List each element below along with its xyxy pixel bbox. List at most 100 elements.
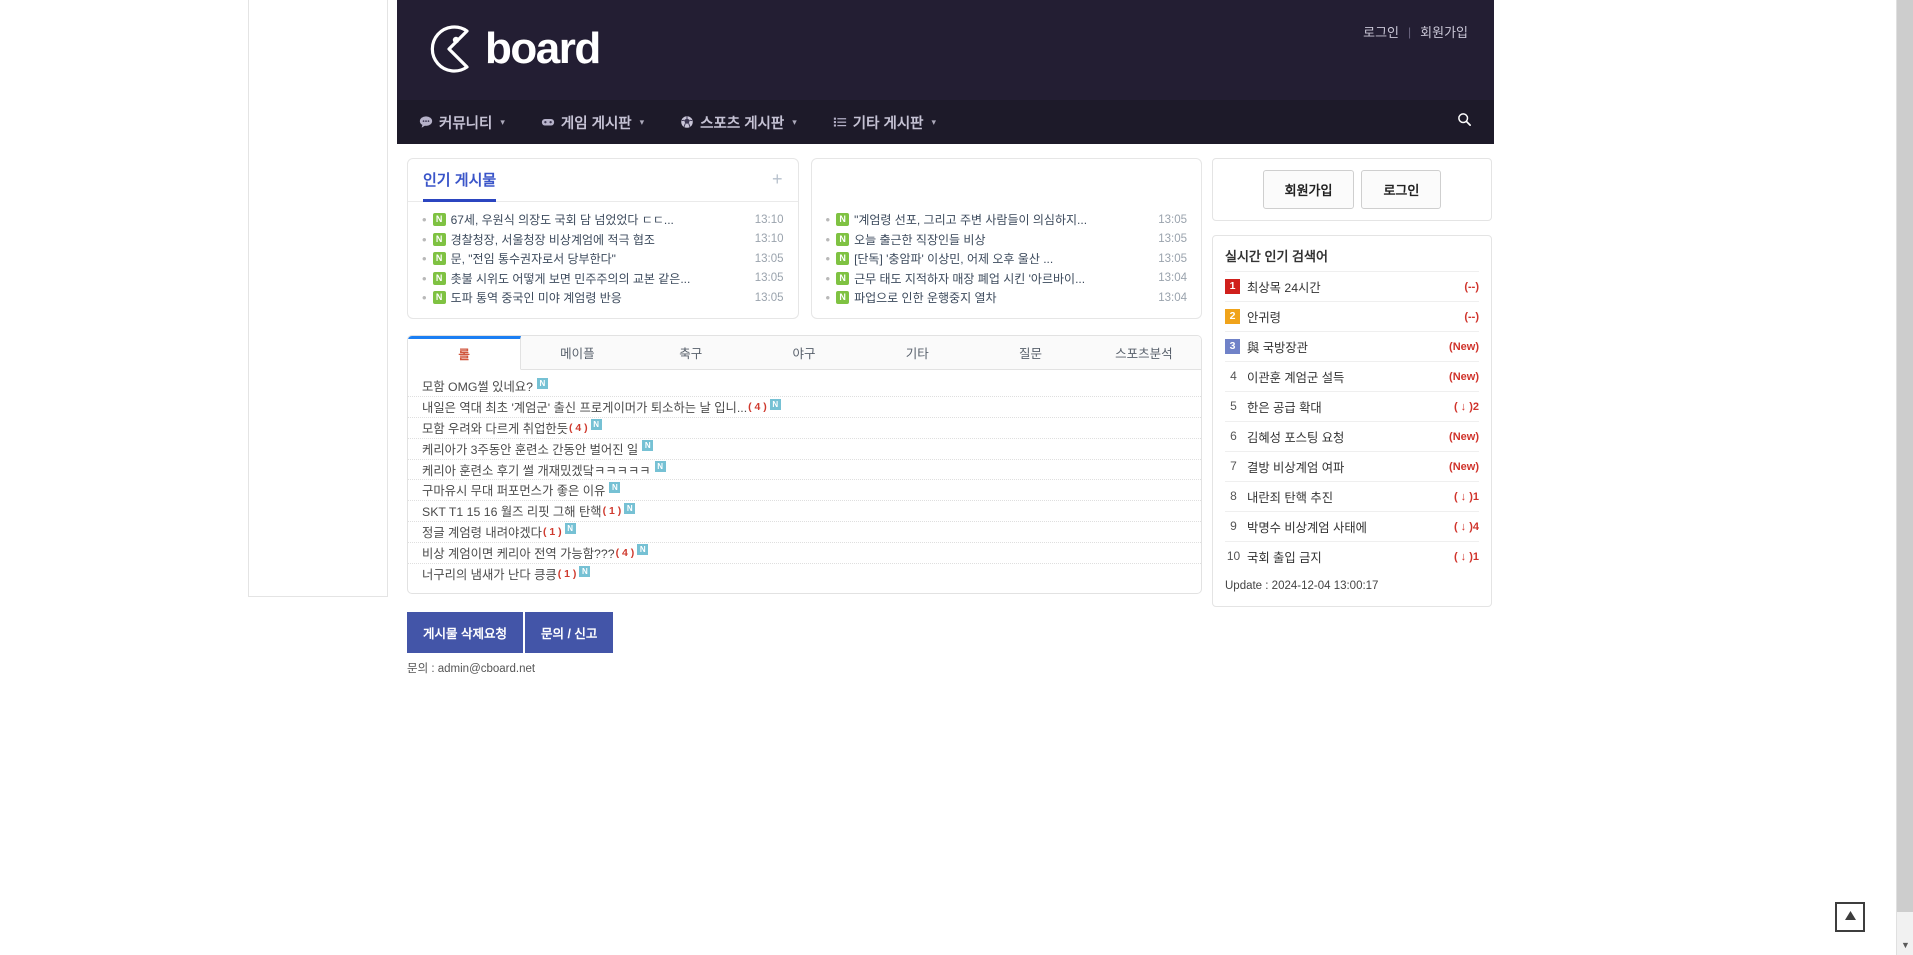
rank-number: 3 [1225,339,1240,354]
post-title[interactable]: "계엄령 선포, 그리고 주변 사람들이 의심하지... [854,211,1087,228]
post-time: 13:10 [754,233,784,246]
rank-keyword[interactable]: 안귀령 [1247,308,1281,326]
rank-keyword[interactable]: 최상목 24시간 [1247,278,1321,296]
table-row[interactable]: 너구리의 냄새가 난다 킁킁 ( 1 ) N [408,564,1201,585]
list-item[interactable]: • N 67세, 우원식 의장도 국회 담 넘었었다 ㄷㄷ... 13:10 [422,210,784,230]
rank-keyword[interactable]: 한은 공급 확대 [1247,398,1322,416]
table-row[interactable]: 정글 계엄령 내려야겠다 ( 1 ) N [408,522,1201,543]
post-title[interactable]: 모함 우려와 다르게 취업한듯 [422,419,568,437]
list-item[interactable]: 7 결방 비상계엄 여파 (New) [1225,451,1479,481]
rank-change: (--) [1464,310,1479,323]
vertical-scrollbar[interactable]: ▼ [1896,0,1913,955]
list-item[interactable]: • N 촛불 시위도 어떻게 보면 민주주의의 교본 같은... 13:05 [422,269,784,289]
rank-change: (--) [1464,280,1479,293]
table-row[interactable]: 모함 우려와 다르게 취업한듯 ( 4 ) N [408,418,1201,439]
cboard-pacman-logo-icon [423,19,483,79]
sidebar-login-button[interactable]: 로그인 [1361,170,1442,209]
post-title[interactable]: 너구리의 냄새가 난다 킁킁 [422,565,557,583]
list-item[interactable]: • N 오늘 출근한 직장인들 비상 13:05 [826,230,1187,250]
table-row[interactable]: 모함 OMG썰 있네요? N [408,377,1201,398]
post-title[interactable]: 케리아 훈련소 후기 썰 개재밌겠닼ㅋㅋㅋㅋㅋ [422,461,651,479]
post-title[interactable]: 오늘 출근한 직장인들 비상 [854,231,985,248]
list-item[interactable]: 6 김혜성 포스팅 요청 (New) [1225,421,1479,451]
bullet-icon: • [825,212,831,228]
header-signup-link[interactable]: 회원가입 [1420,22,1468,41]
rank-keyword[interactable]: 국회 출입 금지 [1247,548,1322,566]
list-item[interactable]: • N "계엄령 선포, 그리고 주변 사람들이 의심하지... 13:05 [825,210,1187,230]
list-item[interactable]: 5 한은 공급 확대 ( ↓ )2 [1225,391,1479,421]
post-title[interactable]: [단독] '충암파' 이상민, 어제 오후 울산 ... [854,250,1053,267]
list-item[interactable]: 10 국회 출입 금지 ( ↓ )1 [1225,541,1479,571]
table-row[interactable]: SKT T1 15 16 월즈 리핏 그해 탄핵 ( 1 ) N [408,501,1201,523]
new-badge: N [564,523,576,535]
post-title[interactable]: SKT T1 15 16 월즈 리핏 그해 탄핵 [422,502,602,520]
nav-item-community[interactable]: 커뮤니티 ▾ [401,100,523,144]
list-item[interactable]: 1 최상목 24시간 (--) [1225,271,1479,301]
table-row[interactable]: 케리아 훈련소 후기 썰 개재밌겠닼ㅋㅋㅋㅋㅋ N [408,460,1201,481]
rank-change: (New) [1449,430,1479,443]
rank-number: 5 [1230,399,1237,413]
tab-lol[interactable]: 롤 [408,335,522,370]
nav-item-game-board[interactable]: 게임 게시판 ▾ [523,100,662,144]
table-row[interactable]: 내일은 역대 최초 '계엄군' 출신 프로게이머가 퇴소하는 날 입니... (… [408,397,1201,419]
scrollbar-thumb[interactable] [1897,0,1913,912]
tab-sports-analysis[interactable]: 스포츠분석 [1088,336,1201,369]
list-item[interactable]: • N 파업으로 인한 운행중지 열차 13:04 [826,288,1187,308]
list-item[interactable]: 9 박명수 비상계엄 사태에 ( ↓ )4 [1225,511,1479,541]
table-row[interactable]: 케리아가 3주동안 훈련소 간동안 벌어진 일 N [408,439,1201,460]
bullet-icon: • [422,231,427,247]
nav-item-etc-board[interactable]: 기타 게시판 ▾ [815,100,954,144]
post-title[interactable]: 정글 계엄령 내려야겠다 [422,523,542,541]
rank-keyword[interactable]: 김혜성 포스팅 요청 [1247,428,1344,446]
list-item[interactable]: 4 이관훈 계엄군 설득 (New) [1225,361,1479,391]
rank-keyword[interactable]: 이관훈 계엄군 설득 [1247,368,1344,386]
nav-search-button[interactable] [1457,100,1472,144]
nav-item-sports-board[interactable]: 스포츠 게시판 ▾ [662,100,815,144]
post-title[interactable]: 케리아가 3주동안 훈련소 간동안 벌어진 일 [422,440,638,458]
tab-soccer[interactable]: 축구 [635,336,748,369]
table-row[interactable]: 구마유시 무대 퍼포먼스가 좋은 이유 N [408,480,1201,502]
post-title[interactable]: 67세, 우원식 의장도 국회 담 넘었었다 ㄷㄷ... [451,211,674,228]
list-item[interactable]: 2 안귀령 (--) [1225,301,1479,331]
list-item[interactable]: 8 내란죄 탄핵 추진 ( ↓ )1 [1225,481,1479,511]
left-ad-placeholder [248,0,388,597]
list-item[interactable]: • N 경찰청장, 서울청장 비상계엄에 적극 협조 13:10 [422,230,784,250]
post-title[interactable]: 근무 태도 지적하자 매장 폐업 시킨 '아르바이... [854,270,1085,287]
list-item[interactable]: • N 근무 태도 지적하자 매장 폐업 시킨 '아르바이... 13:04 [826,269,1187,289]
rank-keyword[interactable]: 내란죄 탄핵 추진 [1247,488,1333,506]
table-row[interactable]: 비상 계엄이면 케리아 전역 가능함??? ( 4 ) N [408,543,1201,564]
post-title[interactable]: 도파 통역 중국인 미야 계엄령 반응 [451,289,622,306]
popular-posts-expand-button[interactable]: + [772,170,783,188]
tab-question[interactable]: 질문 [974,336,1087,369]
post-title[interactable]: 촛불 시위도 어떻게 보면 민주주의의 교본 같은... [451,270,691,287]
post-title[interactable]: 파업으로 인한 운행중지 열차 [854,289,996,306]
report-button[interactable]: 문의 / 신고 [524,612,614,654]
tab-baseball[interactable]: 야구 [748,336,861,369]
list-item[interactable]: • N 도파 통역 중국인 미야 계엄령 반응 13:05 [422,288,784,308]
post-title[interactable]: 문, "전임 통수권자로서 당부한다" [451,250,616,267]
site-logo[interactable]: board [423,14,601,84]
post-title[interactable]: 모함 OMG썰 있네요? [422,377,533,395]
post-title[interactable]: 비상 계엄이면 케리아 전역 가능함??? [422,544,615,562]
tab-maple[interactable]: 메이플 [521,336,634,369]
board-tabs: 롤 메이플 축구 야구 기타 질문 스포츠분석 [408,335,1201,370]
rank-keyword[interactable]: 박명수 비상계엄 사태에 [1247,518,1367,536]
chevron-down-icon[interactable]: ▼ [1897,936,1913,953]
list-item[interactable]: • N 문, "전임 통수권자로서 당부한다" 13:05 [422,249,784,269]
new-badge: N [432,252,446,266]
delete-request-button[interactable]: 게시물 삭제요청 [407,612,523,654]
rank-keyword[interactable]: 與 국방장관 [1247,338,1308,356]
scroll-to-top-button[interactable] [1835,902,1865,932]
list-item[interactable]: • N [단독] '충암파' 이상민, 어제 오후 울산 ... 13:05 [825,249,1187,269]
rank-keyword[interactable]: 결방 비상계엄 여파 [1247,458,1344,476]
list-item[interactable]: 3 與 국방장관 (New) [1225,331,1479,361]
post-title[interactable]: 경찰청장, 서울청장 비상계엄에 적극 협조 [451,231,655,248]
nav-label-game-board: 게임 게시판 [560,115,632,132]
bullet-icon: • [825,251,831,267]
top-panels: 인기 게시물 + • N 67세, 우원식 의장도 국회 담 넘었었다 ㄷㄷ..… [407,158,1202,319]
post-title[interactable]: 내일은 역대 최초 '계엄군' 출신 프로게이머가 퇴소하는 날 입니... [422,398,747,416]
header-login-link[interactable]: 로그인 [1363,22,1399,41]
tab-etc[interactable]: 기타 [861,336,974,369]
post-title[interactable]: 구마유시 무대 퍼포먼스가 좋은 이유 [422,481,605,499]
sidebar-signup-button[interactable]: 회원가입 [1262,170,1355,209]
